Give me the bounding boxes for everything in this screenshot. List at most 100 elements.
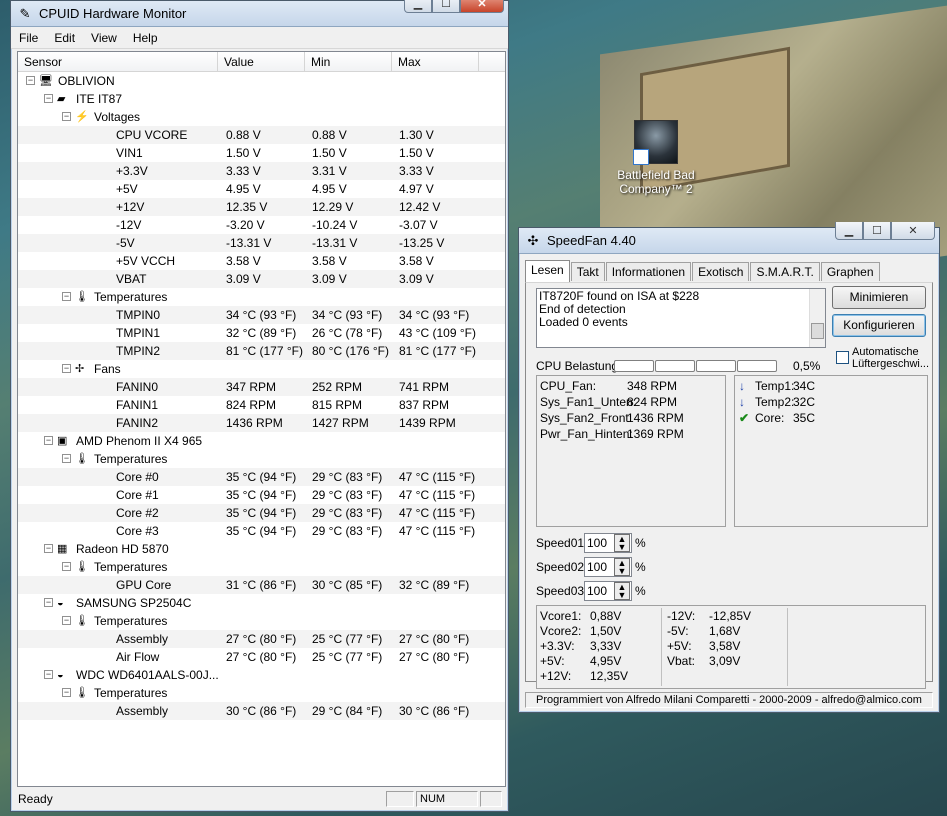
- sensor-row[interactable]: CPU VCORE 0.88 V 0.88 V 1.30 V: [18, 126, 505, 144]
- sensor-row[interactable]: Core #2 35 °C (94 °F) 29 °C (83 °F) 47 °C (…: [18, 504, 505, 522]
- minimize-button[interactable]: ▁: [404, 0, 432, 13]
- close-button[interactable]: ✕: [460, 0, 504, 13]
- tree-node-temperatures[interactable]: − 🌡 Temperatures: [18, 558, 505, 576]
- speed-spinner-icon[interactable]: ▲ ▼: [614, 558, 630, 576]
- minimize-app-button[interactable]: Minimieren: [832, 286, 926, 309]
- auto-fan-checkbox[interactable]: [836, 351, 849, 364]
- event-log[interactable]: IT8720F found on ISA at $228 End of dete…: [536, 288, 826, 348]
- sensor-name: FANIN1: [116, 398, 159, 412]
- tree-node-label: Temperatures: [94, 614, 168, 628]
- tree-node-label: WDC WD6401AALS-00J...: [76, 668, 219, 682]
- menu-edit[interactable]: Edit: [46, 31, 83, 45]
- sensor-tree[interactable]: Sensor Value Min Max − 🖥 OBLIVION − ▰ ITE IT8…: [17, 51, 506, 787]
- sensor-row[interactable]: VBAT 3.09 V 3.09 V 3.09 V: [18, 270, 505, 288]
- gpu-icon: ▦: [57, 543, 68, 555]
- collapse-toggle-icon[interactable]: −: [62, 364, 71, 373]
- sensor-row[interactable]: FANIN0 347 RPM 252 RPM 741 RPM: [18, 378, 505, 396]
- collapse-toggle-icon[interactable]: −: [62, 454, 71, 463]
- tab-informationen[interactable]: Informationen: [605, 262, 692, 281]
- tree-node-temperatures[interactable]: − 🌡 Temperatures: [18, 612, 505, 630]
- tab-takt[interactable]: Takt: [570, 262, 605, 281]
- tab-graphen[interactable]: Graphen: [820, 262, 880, 281]
- sensor-row[interactable]: Core #0 35 °C (94 °F) 29 °C (83 °F) 47 °C (…: [18, 468, 505, 486]
- tree-node-radeon-hd-5870[interactable]: − ▦ Radeon HD 5870: [18, 540, 505, 558]
- sf-maximize-button[interactable]: ☐: [863, 222, 891, 240]
- voltage-value: 3,09V: [709, 654, 741, 668]
- menu-view[interactable]: View: [83, 31, 125, 45]
- sensor-row[interactable]: -12V -3.20 V -10.24 V -3.07 V: [18, 216, 505, 234]
- log-scroll-thumb[interactable]: [811, 323, 824, 339]
- collapse-toggle-icon[interactable]: −: [44, 670, 53, 679]
- speedfan-titlebar[interactable]: ✣ SpeedFan 4.40 ▁ ☐ ✕: [519, 222, 939, 254]
- sensor-row[interactable]: TMPIN0 34 °C (93 °F) 34 °C (93 °F) 34 °C (9…: [18, 306, 505, 324]
- sensor-row[interactable]: Air Flow 27 °C (80 °F) 25 °C (77 °F) 27 °C …: [18, 648, 505, 666]
- collapse-toggle-icon[interactable]: −: [62, 112, 71, 121]
- tab-exotisch[interactable]: Exotisch: [692, 262, 750, 281]
- sensor-row[interactable]: TMPIN2 81 °C (177 °F) 80 °C (176 °F) 81 °C …: [18, 342, 505, 360]
- tab-smart[interactable]: S.M.A.R.T.: [750, 262, 820, 281]
- hwmonitor-titlebar[interactable]: ✎ CPUID Hardware Monitor ▁ ☐ ✕: [11, 0, 508, 27]
- tree-node-temperatures[interactable]: − 🌡 Temperatures: [18, 450, 505, 468]
- tab-lesen[interactable]: Lesen: [525, 260, 570, 282]
- sensor-row[interactable]: -5V -13.31 V -13.31 V -13.25 V: [18, 234, 505, 252]
- column-min[interactable]: Min: [305, 52, 392, 72]
- sensor-row[interactable]: Assembly 30 °C (86 °F) 29 °C (84 °F) 30 °C …: [18, 702, 505, 720]
- voltage-value: 4,95V: [590, 654, 622, 668]
- sensor-name: FANIN0: [116, 380, 159, 394]
- speed-label: Speed01:: [536, 536, 588, 550]
- collapse-toggle-icon[interactable]: −: [44, 436, 53, 445]
- sensor-row[interactable]: +3.3V 3.33 V 3.31 V 3.33 V: [18, 162, 505, 180]
- collapse-toggle-icon[interactable]: −: [62, 562, 71, 571]
- sensor-row[interactable]: +5V VCCH 3.58 V 3.58 V 3.58 V: [18, 252, 505, 270]
- tree-node-ite-it87[interactable]: − ▰ ITE IT87: [18, 90, 505, 108]
- sf-close-button[interactable]: ✕: [891, 222, 935, 240]
- tree-node-voltages[interactable]: − ⚡ Voltages: [18, 108, 505, 126]
- sensor-row[interactable]: Core #3 35 °C (94 °F) 29 °C (83 °F) 47 °C (…: [18, 522, 505, 540]
- sf-minimize-button[interactable]: ▁: [835, 222, 863, 240]
- column-max[interactable]: Max: [392, 52, 479, 72]
- speed-spinner-icon[interactable]: ▲ ▼: [614, 534, 630, 552]
- maximize-button[interactable]: ☐: [432, 0, 460, 13]
- sensor-row[interactable]: Assembly 27 °C (80 °F) 25 °C (77 °F) 27 °C …: [18, 630, 505, 648]
- sensor-row[interactable]: TMPIN1 32 °C (89 °F) 26 °C (78 °F) 43 °C (1…: [18, 324, 505, 342]
- speed-control-row: Speed02: 100 ▲ ▼%: [536, 557, 656, 577]
- sensor-row[interactable]: Core #1 35 °C (94 °F) 29 °C (83 °F) 47 °C (…: [18, 486, 505, 504]
- tree-node-wdc-wd6401aals-00j[interactable]: − ◒ WDC WD6401AALS-00J...: [18, 666, 505, 684]
- check-icon: ✔: [739, 411, 750, 425]
- sensor-row[interactable]: +12V 12.35 V 12.29 V 12.42 V: [18, 198, 505, 216]
- collapse-toggle-icon[interactable]: −: [44, 598, 53, 607]
- voltage-value: -12,85V: [709, 609, 752, 623]
- tree-node-temperatures[interactable]: − 🌡 Temperatures: [18, 288, 505, 306]
- sensor-max: 1439 RPM: [399, 416, 456, 430]
- column-value[interactable]: Value: [218, 52, 305, 72]
- speed-spinner-icon[interactable]: ▲ ▼: [614, 582, 630, 600]
- tree-node-fans[interactable]: − ✢ Fans: [18, 360, 505, 378]
- configure-button[interactable]: Konfigurieren: [832, 314, 926, 337]
- menu-file[interactable]: File: [11, 31, 46, 45]
- tree-node-samsung-sp2504c[interactable]: − ◒ SAMSUNG SP2504C: [18, 594, 505, 612]
- collapse-toggle-icon[interactable]: −: [62, 616, 71, 625]
- tree-node-temperatures[interactable]: − 🌡 Temperatures: [18, 684, 505, 702]
- chip-icon: ▰: [57, 93, 66, 105]
- menu-help[interactable]: Help: [125, 31, 166, 45]
- sensor-value: 27 °C (80 °F): [226, 632, 297, 646]
- collapse-toggle-icon[interactable]: −: [44, 94, 53, 103]
- log-scrollbar[interactable]: [809, 289, 825, 347]
- sensor-row[interactable]: VIN1 1.50 V 1.50 V 1.50 V: [18, 144, 505, 162]
- temp-readings-box: ↓ Temp1: 34C ↓ Temp2: 32C ✔ Core: 35C: [734, 375, 928, 527]
- collapse-toggle-icon[interactable]: −: [44, 544, 53, 553]
- cpu-load-bar: [696, 360, 736, 372]
- column-sensor[interactable]: Sensor: [18, 52, 218, 72]
- voltage-name: -12V:: [667, 609, 696, 623]
- sensor-row[interactable]: +5V 4.95 V 4.95 V 4.97 V: [18, 180, 505, 198]
- collapse-toggle-icon[interactable]: −: [62, 292, 71, 301]
- tree-node-amd-phenom-ii-x4-965[interactable]: − ▣ AMD Phenom II X4 965: [18, 432, 505, 450]
- collapse-toggle-icon[interactable]: −: [62, 688, 71, 697]
- sensor-row[interactable]: FANIN2 1436 RPM 1427 RPM 1439 RPM: [18, 414, 505, 432]
- desktop-shortcut-battlefield[interactable]: Battlefield Bad Company™ 2: [610, 120, 702, 196]
- tree-node-oblivion[interactable]: − 🖥 OBLIVION: [18, 72, 505, 90]
- sensor-row[interactable]: FANIN1 824 RPM 815 RPM 837 RPM: [18, 396, 505, 414]
- voltage-name: +5V:: [540, 654, 565, 668]
- collapse-toggle-icon[interactable]: −: [26, 76, 35, 85]
- sensor-row[interactable]: GPU Core 31 °C (86 °F) 30 °C (85 °F) 32 °C …: [18, 576, 505, 594]
